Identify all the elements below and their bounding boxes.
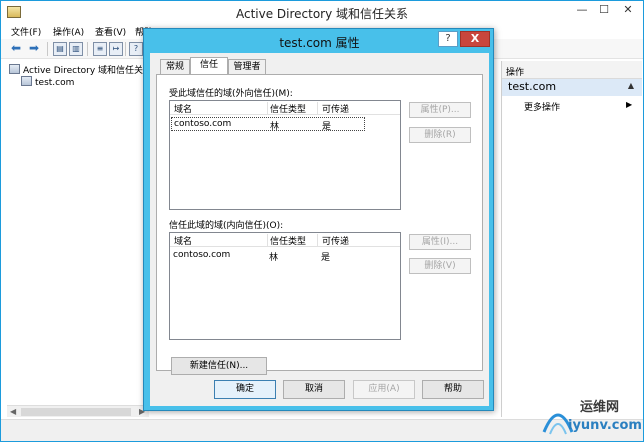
- console-tree-icon[interactable]: ▤: [53, 42, 67, 56]
- back-arrow-icon[interactable]: ⬅: [9, 42, 23, 56]
- watermark-url: iyunv.com: [568, 418, 642, 433]
- table-row[interactable]: contoso.com 林 是: [171, 117, 365, 132]
- list-header: 域名 信任类型 可传递: [170, 233, 400, 247]
- cell-transitive: 是: [322, 122, 332, 132]
- maximize-button[interactable]: ☐: [593, 2, 615, 19]
- refresh-list-icon[interactable]: ≡: [93, 42, 107, 56]
- column-transitive[interactable]: 可传递: [322, 234, 366, 247]
- outgoing-remove-button[interactable]: 删除(R): [409, 127, 471, 143]
- column-trust-type[interactable]: 信任类型: [270, 102, 318, 115]
- tab-general[interactable]: 常规: [160, 59, 190, 75]
- new-trust-button[interactable]: 新建信任(N)...: [171, 357, 267, 375]
- actions-section[interactable]: test.com ▲: [502, 79, 642, 96]
- dialog-body: 常规 信任 管理者 受此域信任的域(外向信任)(M): 域名 信任类型 可传递 …: [150, 53, 489, 406]
- dialog-help-button[interactable]: ?: [438, 31, 458, 47]
- toolbar-separator: [47, 42, 48, 56]
- incoming-properties-button[interactable]: 属性(I)...: [409, 234, 471, 250]
- cell-domain: contoso.com: [173, 250, 231, 260]
- column-domain[interactable]: 域名: [174, 102, 268, 115]
- actions-section-label: test.com: [508, 80, 557, 93]
- cell-transitive: 是: [321, 253, 331, 263]
- cell-trust-type: 林: [270, 122, 280, 132]
- incoming-remove-button[interactable]: 删除(V): [409, 258, 471, 274]
- ad-domains-icon: [9, 64, 20, 74]
- tree-pane: Active Directory 域和信任关系 test.com: [7, 61, 152, 406]
- help-button[interactable]: 帮助: [422, 380, 484, 399]
- cell-trust-type: 林: [269, 253, 279, 263]
- tree-root-label: Active Directory 域和信任关系: [23, 66, 153, 76]
- forward-arrow-icon[interactable]: ➡: [27, 42, 41, 56]
- tab-managed-by[interactable]: 管理者: [228, 59, 266, 75]
- outgoing-properties-button[interactable]: 属性(P)...: [409, 102, 471, 118]
- tab-trusts[interactable]: 信任: [190, 57, 228, 75]
- actions-header: 操作: [502, 61, 642, 79]
- help-icon[interactable]: ?: [129, 42, 143, 56]
- scroll-thumb[interactable]: [21, 408, 131, 416]
- outgoing-trusts-list[interactable]: 域名 信任类型 可传递 contoso.com 林 是: [169, 100, 401, 210]
- column-trust-type[interactable]: 信任类型: [270, 234, 318, 247]
- menu-view[interactable]: 查看(V): [95, 25, 126, 38]
- export-list-icon[interactable]: ↦: [109, 42, 123, 56]
- tree-item-domain[interactable]: test.com: [21, 76, 74, 88]
- outgoing-trusts-label: 受此域信任的域(外向信任)(M):: [169, 89, 293, 99]
- title-bar: Active Directory 域和信任关系 — ☐ ✕: [1, 1, 643, 23]
- watermark-text: 运维网: [580, 400, 620, 415]
- close-button[interactable]: ✕: [615, 2, 641, 19]
- menu-file[interactable]: 文件(F): [11, 25, 41, 38]
- column-domain[interactable]: 域名: [174, 234, 268, 247]
- list-header: 域名 信任类型 可传递: [170, 101, 400, 115]
- minimize-button[interactable]: —: [571, 2, 593, 19]
- window-title: Active Directory 域和信任关系: [235, 7, 409, 21]
- table-row[interactable]: contoso.com 林 是: [171, 249, 365, 263]
- scroll-left-icon[interactable]: ◀: [10, 407, 16, 416]
- trusts-tab-panel: 受此域信任的域(外向信任)(M): 域名 信任类型 可传递 contoso.co…: [156, 74, 483, 375]
- incoming-trusts-label: 信任此域的域(内向信任)(O):: [169, 221, 284, 231]
- show-hide-pane-icon[interactable]: ▥: [69, 42, 83, 56]
- ok-button[interactable]: 确定: [214, 380, 276, 399]
- tree-root[interactable]: Active Directory 域和信任关系: [9, 63, 152, 76]
- dialog-close-button[interactable]: X: [460, 31, 490, 47]
- incoming-trusts-list[interactable]: 域名 信任类型 可传递 contoso.com 林 是: [169, 232, 401, 340]
- cell-domain: contoso.com: [174, 119, 232, 129]
- menu-action[interactable]: 操作(A): [53, 25, 84, 38]
- apply-button[interactable]: 应用(A): [353, 380, 415, 399]
- toolbar-separator: [125, 42, 126, 56]
- toolbar-separator: [87, 42, 88, 56]
- submenu-arrow-icon: ▶: [626, 100, 633, 109]
- actions-pane: 操作 test.com ▲ 更多操作 ▶: [501, 61, 642, 417]
- column-transitive[interactable]: 可传递: [322, 102, 366, 115]
- tree-item-label: test.com: [35, 78, 75, 88]
- more-actions-item[interactable]: 更多操作: [524, 100, 560, 113]
- watermark: 运维网 iyunv.com: [538, 396, 642, 440]
- cancel-button[interactable]: 取消: [283, 380, 345, 399]
- domain-icon: [21, 76, 32, 86]
- properties-dialog: test.com 属性 ? X 常规 信任 管理者 受此域信任的域(外向信任)(…: [143, 28, 494, 411]
- horizontal-scrollbar[interactable]: ◀ ▶: [7, 405, 149, 417]
- collapse-up-icon[interactable]: ▲: [628, 81, 634, 90]
